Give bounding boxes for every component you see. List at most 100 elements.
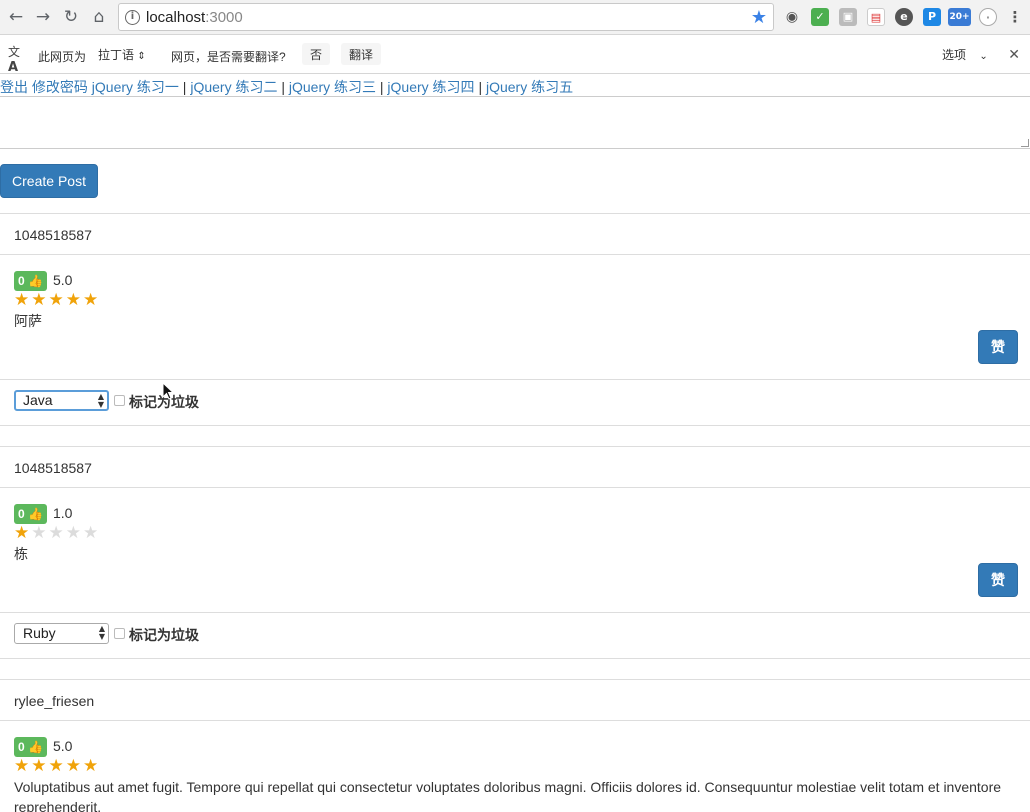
likes-badge: 0 👍 (14, 504, 47, 524)
bookmark-star-icon[interactable]: ★ (751, 7, 767, 28)
evernote-extension-icon[interactable]: e (895, 8, 913, 26)
p-extension-icon[interactable]: P (923, 8, 941, 26)
translate-no-button[interactable]: 否 (302, 43, 331, 65)
like-button[interactable]: 赞 (978, 563, 1018, 597)
star-filled-icon: ★ (83, 290, 101, 310)
select-arrows-icon: ▲ ▼ (97, 392, 104, 409)
star-filled-icon: ★ (31, 290, 49, 310)
star-filled-icon: ★ (65, 290, 83, 310)
select-arrows-icon: ▲ ▼ (98, 624, 105, 641)
category-select[interactable]: Ruby ▲ ▼ (14, 623, 109, 644)
home-icon[interactable]: ⌂ (88, 6, 110, 28)
logout-link[interactable]: 登出 (0, 79, 28, 95)
star-filled-icon: ★ (14, 756, 32, 776)
category-value: Ruby (23, 625, 56, 641)
divider (0, 254, 1030, 255)
likes-badge: 0 👍 (14, 737, 47, 757)
rating-value: 5.0 (53, 272, 73, 288)
divider (0, 658, 1030, 659)
url-text[interactable]: localhost:3000 (146, 9, 243, 26)
url-host: localhost (146, 9, 206, 26)
category-select[interactable]: Java ▲ ▼ (14, 390, 109, 411)
jquery-exercise-4-link[interactable]: jQuery 练习四 (387, 79, 474, 95)
like-button[interactable]: 赞 (978, 330, 1018, 364)
translate-icon: 文A (8, 45, 21, 75)
jquery-exercise-5-link[interactable]: jQuery 练习五 (486, 79, 573, 95)
star-filled-icon: ★ (83, 756, 101, 776)
calendar-extension-icon[interactable]: ▤ (867, 8, 885, 26)
likes-count: 0 (18, 507, 25, 521)
star-filled-icon: ★ (14, 290, 32, 310)
thumbs-up-icon: 👍 (28, 507, 43, 521)
jquery-exercise-3-link[interactable]: jQuery 练习三 (289, 79, 376, 95)
post-author: 1048518587 (14, 460, 92, 476)
translate-bar: 文A 此网页为 拉丁语 ⇕ 网页，是否需要翻译? 否 翻译 选项 ⌄ ✕ (0, 35, 1030, 75)
star-empty-icon: ★ (48, 523, 66, 543)
translate-question: 网页，是否需要翻译? (171, 50, 286, 64)
resize-handle[interactable] (1021, 139, 1029, 147)
likes-badge: 0 👍 (14, 271, 47, 291)
shield-extension-icon[interactable]: ✓ (811, 8, 829, 26)
divider (0, 612, 1030, 613)
divider (0, 720, 1030, 721)
thumbs-up-icon: 👍 (28, 740, 43, 754)
star-filled-icon: ★ (14, 523, 32, 543)
star-filled-icon: ★ (31, 756, 49, 776)
star-filled-icon: ★ (48, 290, 66, 310)
language-select[interactable]: 拉丁语 ⇕ (90, 43, 154, 65)
browser-toolbar: ← → ↻ ⌂ i localhost:3000 ★ ◉ ✓ ▣ ▤ e P 2… (0, 0, 1030, 35)
forward-icon[interactable]: → (32, 6, 54, 28)
jquery-exercise-2-link[interactable]: jQuery 练习二 (190, 79, 277, 95)
separator: | (281, 79, 285, 95)
translate-options-select[interactable]: 选项 ⌄ (934, 43, 1000, 65)
change-password-link[interactable]: 修改密码 (32, 79, 88, 95)
camera-extension-icon[interactable]: ▣ (839, 8, 857, 26)
post-content: 阿萨 (14, 313, 42, 329)
info-icon[interactable]: i (125, 10, 140, 25)
jquery-exercise-1-link[interactable]: jQuery 练习一 (92, 79, 179, 95)
post-content: Voluptatibus aut amet fugit. Tempore qui… (14, 779, 1002, 812)
likes-count: 0 (18, 740, 25, 754)
divider (0, 213, 1030, 214)
spam-checkbox[interactable] (114, 395, 125, 406)
address-bar[interactable]: i localhost:3000 ★ (118, 3, 774, 31)
separator: | (379, 79, 384, 95)
back-icon[interactable]: ← (5, 6, 27, 28)
language-value: 拉丁语 (98, 48, 135, 62)
spam-label: 标记为垃圾 (129, 627, 199, 643)
create-post-button[interactable]: Create Post (0, 164, 98, 198)
post-content: 栋 (14, 546, 28, 562)
star-filled-icon: ★ (48, 756, 66, 776)
divider (0, 679, 1030, 680)
post-author: rylee_friesen (14, 693, 95, 709)
likes-count: 0 (18, 274, 25, 288)
star-empty-icon: ★ (31, 523, 49, 543)
extension-badge-count: 20+ (949, 12, 970, 22)
post-author: 1048518587 (14, 227, 92, 243)
star-empty-icon: ★ (65, 523, 83, 543)
chevron-updown-icon: ⇕ (137, 51, 146, 62)
rating-value: 5.0 (53, 738, 73, 754)
url-port: :3000 (205, 9, 243, 26)
category-value: Java (23, 392, 53, 408)
eye-extension-icon[interactable]: ◉ (783, 8, 801, 26)
divider (0, 379, 1030, 380)
thumbs-up-icon: 👍 (28, 274, 43, 288)
reload-icon[interactable]: ↻ (60, 6, 82, 28)
separator: | (182, 79, 187, 95)
separator: | (478, 79, 483, 95)
star-rating: ★★★★★ (14, 756, 100, 776)
divider (0, 487, 1030, 488)
mouse-cursor-icon (162, 382, 174, 400)
badge-extension-icon[interactable]: 20+ (948, 8, 971, 26)
post-textarea[interactable] (0, 96, 1030, 149)
divider (0, 446, 1030, 447)
divider (0, 425, 1030, 426)
options-label: 选项 (942, 48, 967, 62)
translate-prefix: 此网页为 (38, 50, 87, 64)
globe-extension-icon[interactable]: · (979, 8, 997, 26)
menu-dots-icon[interactable]: ⋮ (1006, 8, 1024, 26)
translate-button[interactable]: 翻译 (341, 43, 382, 65)
spam-checkbox[interactable] (114, 628, 125, 639)
close-icon[interactable]: ✕ (1008, 46, 1020, 63)
